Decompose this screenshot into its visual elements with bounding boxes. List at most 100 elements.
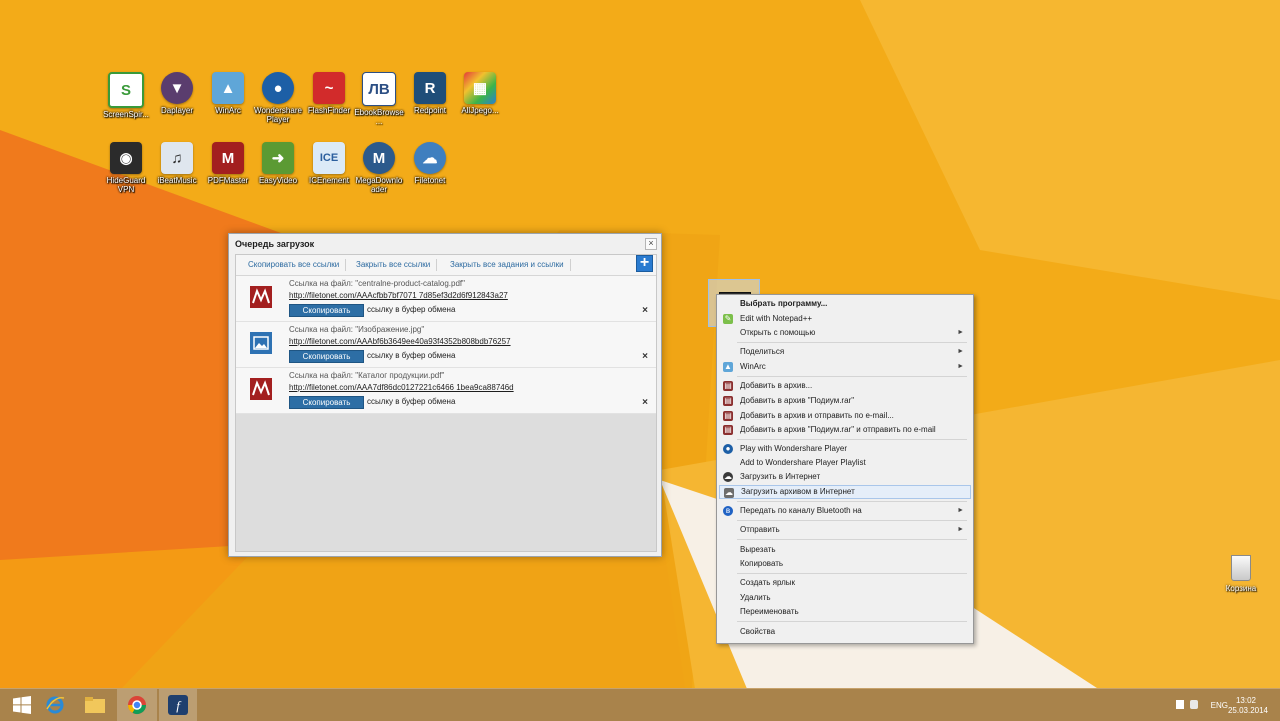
desktop-icon-megadownloader[interactable]: M MegaDownloader (354, 142, 404, 194)
menu-item-label: Удалить (740, 593, 771, 602)
cloud-icon: ☁ (723, 472, 733, 482)
player-icon: ▼ (161, 72, 193, 104)
menu-item-cut[interactable]: Вырезать (719, 543, 969, 557)
archive-icon: ▤ (723, 411, 733, 421)
video-icon: ➜ (262, 142, 294, 174)
desktop-icon-ibeatmusic[interactable]: ♫ iBeatMusic (152, 142, 202, 185)
menu-item-archive-email[interactable]: ▤ Добавить в архив и отправить по e-mail… (719, 409, 969, 423)
download-icon: M (363, 142, 395, 174)
menu-item-rar-email[interactable]: ▤ Добавить в архив "Подиум.rar" и отправ… (719, 423, 969, 437)
volume-icon[interactable] (1190, 700, 1198, 709)
file-explorer-button[interactable] (78, 689, 112, 721)
desktop-icon-redpoint[interactable]: R Redpoint (405, 72, 455, 115)
menu-item-bluetooth[interactable]: ʙ Передать по каналу Bluetooth на ► (719, 504, 969, 518)
download-row: Ссылка на файл: "Каталог продукции.pdf" … (236, 368, 656, 414)
menu-item-add-to-rar[interactable]: ▤ Добавить в архив "Подиум.rar" (719, 394, 969, 408)
copy-button[interactable]: Скопировать (289, 350, 364, 363)
desktop-icon-filetonet[interactable]: ☁ Filetonet (405, 142, 455, 185)
menu-item-winarc[interactable]: ▲ WinArc ► (719, 360, 969, 374)
filetonet-button[interactable]: f (159, 689, 197, 721)
clock-date[interactable]: 25.03.2014 (1228, 706, 1268, 715)
desktop-icon-alljpego[interactable]: ▦ AllJpego... (455, 72, 505, 115)
file-link[interactable]: http://filetonet.com/AAA7df86dc0127221c6… (289, 383, 514, 392)
archive-icon: ▤ (723, 396, 733, 406)
menu-separator (737, 501, 967, 502)
input-language[interactable]: ENG (1211, 701, 1228, 710)
desktop-icon-label: iBeatMusic (157, 176, 197, 185)
clock-time[interactable]: 13:02 (1236, 696, 1256, 705)
menu-item-label: WinArc (740, 362, 766, 371)
desktop-icon-ebookbrowse[interactable]: ЛВ EbookBrowse... (354, 72, 404, 126)
menu-item-send-to[interactable]: Отправить ► (719, 523, 969, 537)
chevron-right-icon: ► (957, 363, 964, 370)
copy-all-links-button[interactable]: Скопировать все ссылки (242, 259, 347, 271)
desktop-icon-winarc[interactable]: ▲ WinArc (203, 72, 253, 115)
menu-item-upload[interactable]: ☁ Загрузить в Интернет (719, 470, 969, 484)
desktop-icon-pdfmaster[interactable]: M PDFMaster (203, 142, 253, 185)
desktop-icon-recycle-bin[interactable]: Корзина (1219, 555, 1263, 593)
archive-icon: ▲ (212, 72, 244, 104)
menu-item-label: Свойства (740, 627, 776, 636)
menu-separator (737, 573, 967, 574)
close-icon[interactable]: × (642, 351, 648, 362)
menu-item-add-to-archive[interactable]: ▤ Добавить в архив... (719, 379, 969, 393)
desktop-icon-label: FlashFinder (307, 106, 351, 115)
close-icon[interactable]: × (642, 305, 648, 316)
copy-button[interactable]: Скопировать (289, 304, 364, 317)
menu-item-label: Добавить в архив "Подиум.rar" (740, 396, 855, 405)
close-all-links-button[interactable]: Закрыть все ссылки (350, 259, 438, 271)
internet-explorer-button[interactable] (38, 689, 72, 721)
desktop-icon-label: ICEnement (308, 176, 350, 185)
download-queue-window: Очередь загрузок × Скопировать все ссылк… (228, 233, 662, 557)
file-link[interactable]: http://filetonet.com/AAAcfbb7bf7071 7d85… (289, 291, 508, 300)
menu-item-edit-notepad[interactable]: ✎ Edit with Notepad++ (719, 312, 969, 326)
menu-item-choose-program[interactable]: Выбрать программу... (719, 297, 969, 311)
desktop-icon-daplayer[interactable]: ▼ Daplayer (152, 72, 202, 115)
archive-icon: ▤ (723, 381, 733, 391)
menu-item-play-wondershare[interactable]: ● Play with Wondershare Player (719, 442, 969, 456)
copy-button[interactable]: Скопировать (289, 396, 364, 409)
cloud-archive-icon: ☁ (724, 488, 734, 498)
start-button[interactable] (4, 689, 40, 721)
menu-separator (737, 539, 967, 540)
file-name: Ссылка на файл: "Изображение.jpg" (289, 325, 425, 334)
desktop-icon-flashfinder[interactable]: ~ FlashFinder (304, 72, 354, 115)
desktop-icon-label: Daplayer (160, 106, 193, 115)
menu-item-label: Загрузить архивом в Интернет (741, 487, 855, 496)
chevron-right-icon: ► (957, 348, 964, 355)
winarc-icon: ▲ (723, 362, 733, 372)
menu-item-add-playlist[interactable]: Add to Wondershare Player Playlist (719, 456, 969, 470)
desktop-icon-easyvideo[interactable]: ➜ EasyVideo (253, 142, 303, 185)
menu-item-rename[interactable]: Переименовать (719, 605, 969, 619)
close-icon[interactable]: × (642, 397, 648, 408)
file-name: Ссылка на файл: "Каталог продукции.pdf" (289, 371, 445, 380)
chrome-icon (128, 696, 146, 715)
taskbar: f ENG 13:02 25.03.2014 (0, 688, 1280, 721)
bluetooth-icon: ʙ (723, 506, 733, 516)
desktop-icon-wondershare-player[interactable]: ● Wondershare Player (253, 72, 303, 124)
menu-item-share[interactable]: Поделиться ► (719, 345, 969, 359)
close-all-tasks-button[interactable]: Закрыть все задания и ссылки (444, 259, 571, 271)
recycle-bin-icon (1231, 555, 1251, 581)
menu-item-copy[interactable]: Копировать (719, 557, 969, 571)
desktop-icon-icenement[interactable]: ICE ICEnement (304, 142, 354, 185)
desktop-icon-label: Redpoint (413, 106, 447, 115)
file-link[interactable]: http://filetonet.com/AAAbf6b3649ee40a93f… (289, 337, 511, 346)
menu-item-label: Передать по каналу Bluetooth на (740, 506, 862, 515)
chrome-button[interactable] (117, 689, 157, 721)
menu-item-label: Поделиться (740, 347, 785, 356)
pdf-icon (250, 286, 272, 308)
ninja-icon: ◉ (110, 142, 142, 174)
add-icon[interactable]: + (636, 255, 653, 272)
desktop-icon-label: EasyVideo (258, 176, 298, 185)
pdf-icon: M (212, 142, 244, 174)
chevron-right-icon: ► (957, 526, 964, 533)
desktop-icon-screenspir[interactable]: S ScreenSpir... (101, 72, 151, 119)
menu-item-open-with[interactable]: Открыть с помощью ► (719, 326, 969, 340)
close-button[interactable]: × (645, 238, 657, 250)
menu-item-delete[interactable]: Удалить (719, 591, 969, 605)
desktop-icon-hideguard-vpn[interactable]: ◉ HideGuard VPN (101, 142, 151, 194)
menu-item-create-shortcut[interactable]: Создать ярлык (719, 576, 969, 590)
menu-item-upload-archive[interactable]: ☁ Загрузить архивом в Интернет (719, 485, 971, 499)
menu-item-properties[interactable]: Свойства (719, 625, 969, 639)
